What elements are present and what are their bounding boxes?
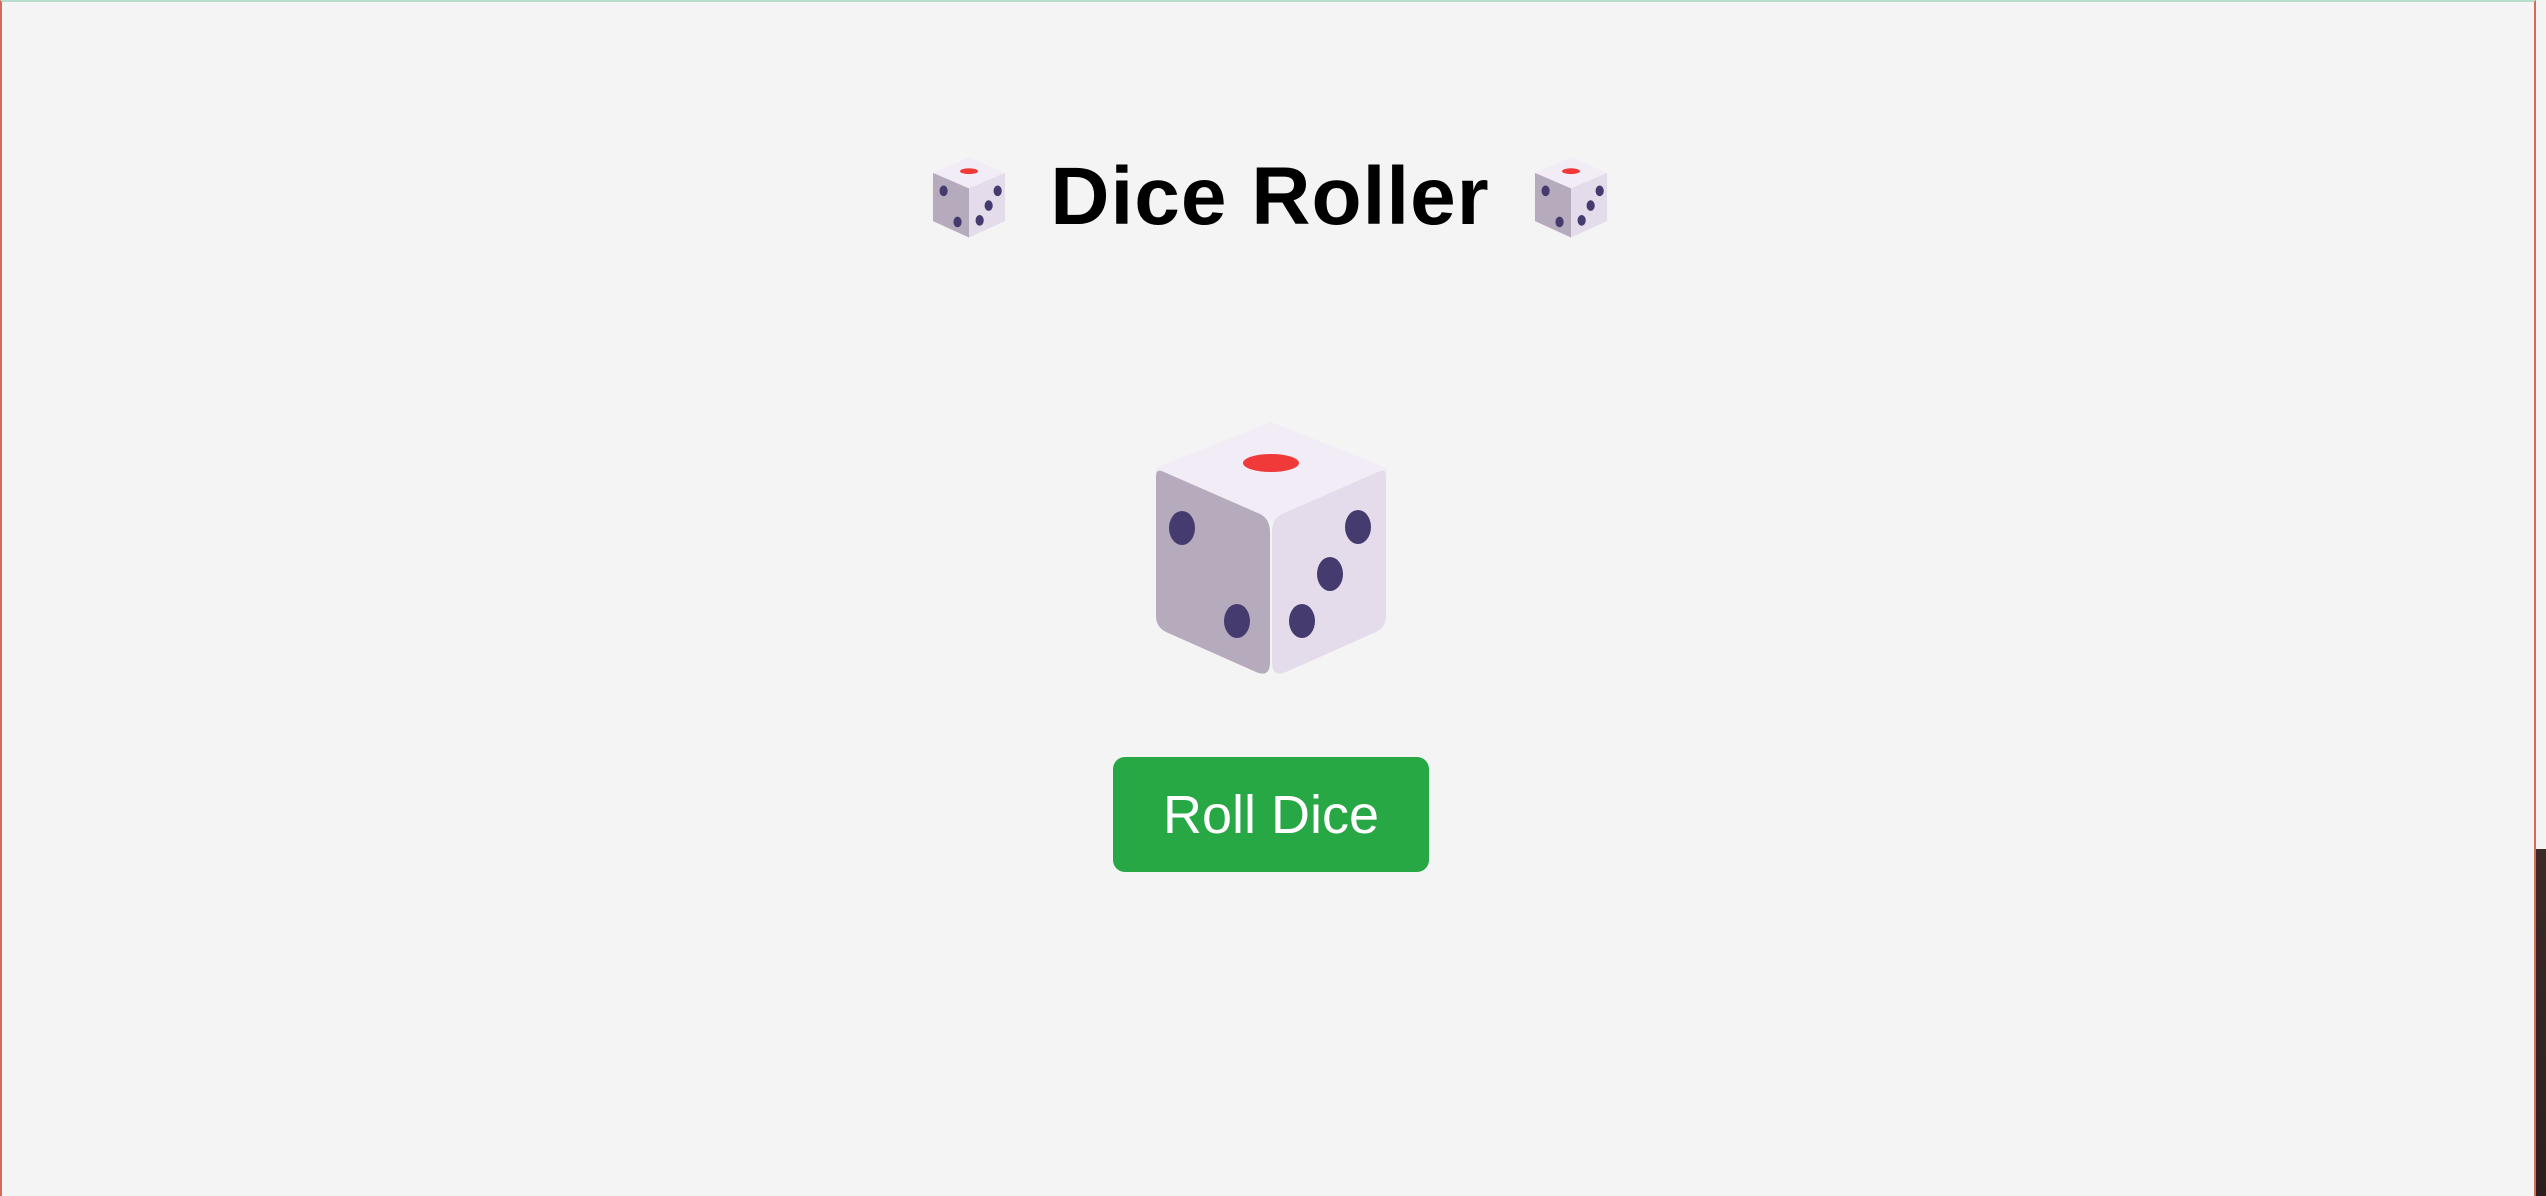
page-header: Dice Roller (2, 142, 2538, 252)
game-die-icon (1534, 157, 1607, 238)
window-edge (2536, 0, 2546, 1196)
app-window: Dice Roller Roll Dice (0, 0, 2536, 1196)
game-die-icon (1155, 422, 1387, 674)
page-title: Dice Roller (1050, 151, 1490, 242)
roll-dice-button[interactable]: Roll Dice (1113, 757, 1429, 872)
game-die-icon (933, 157, 1006, 238)
